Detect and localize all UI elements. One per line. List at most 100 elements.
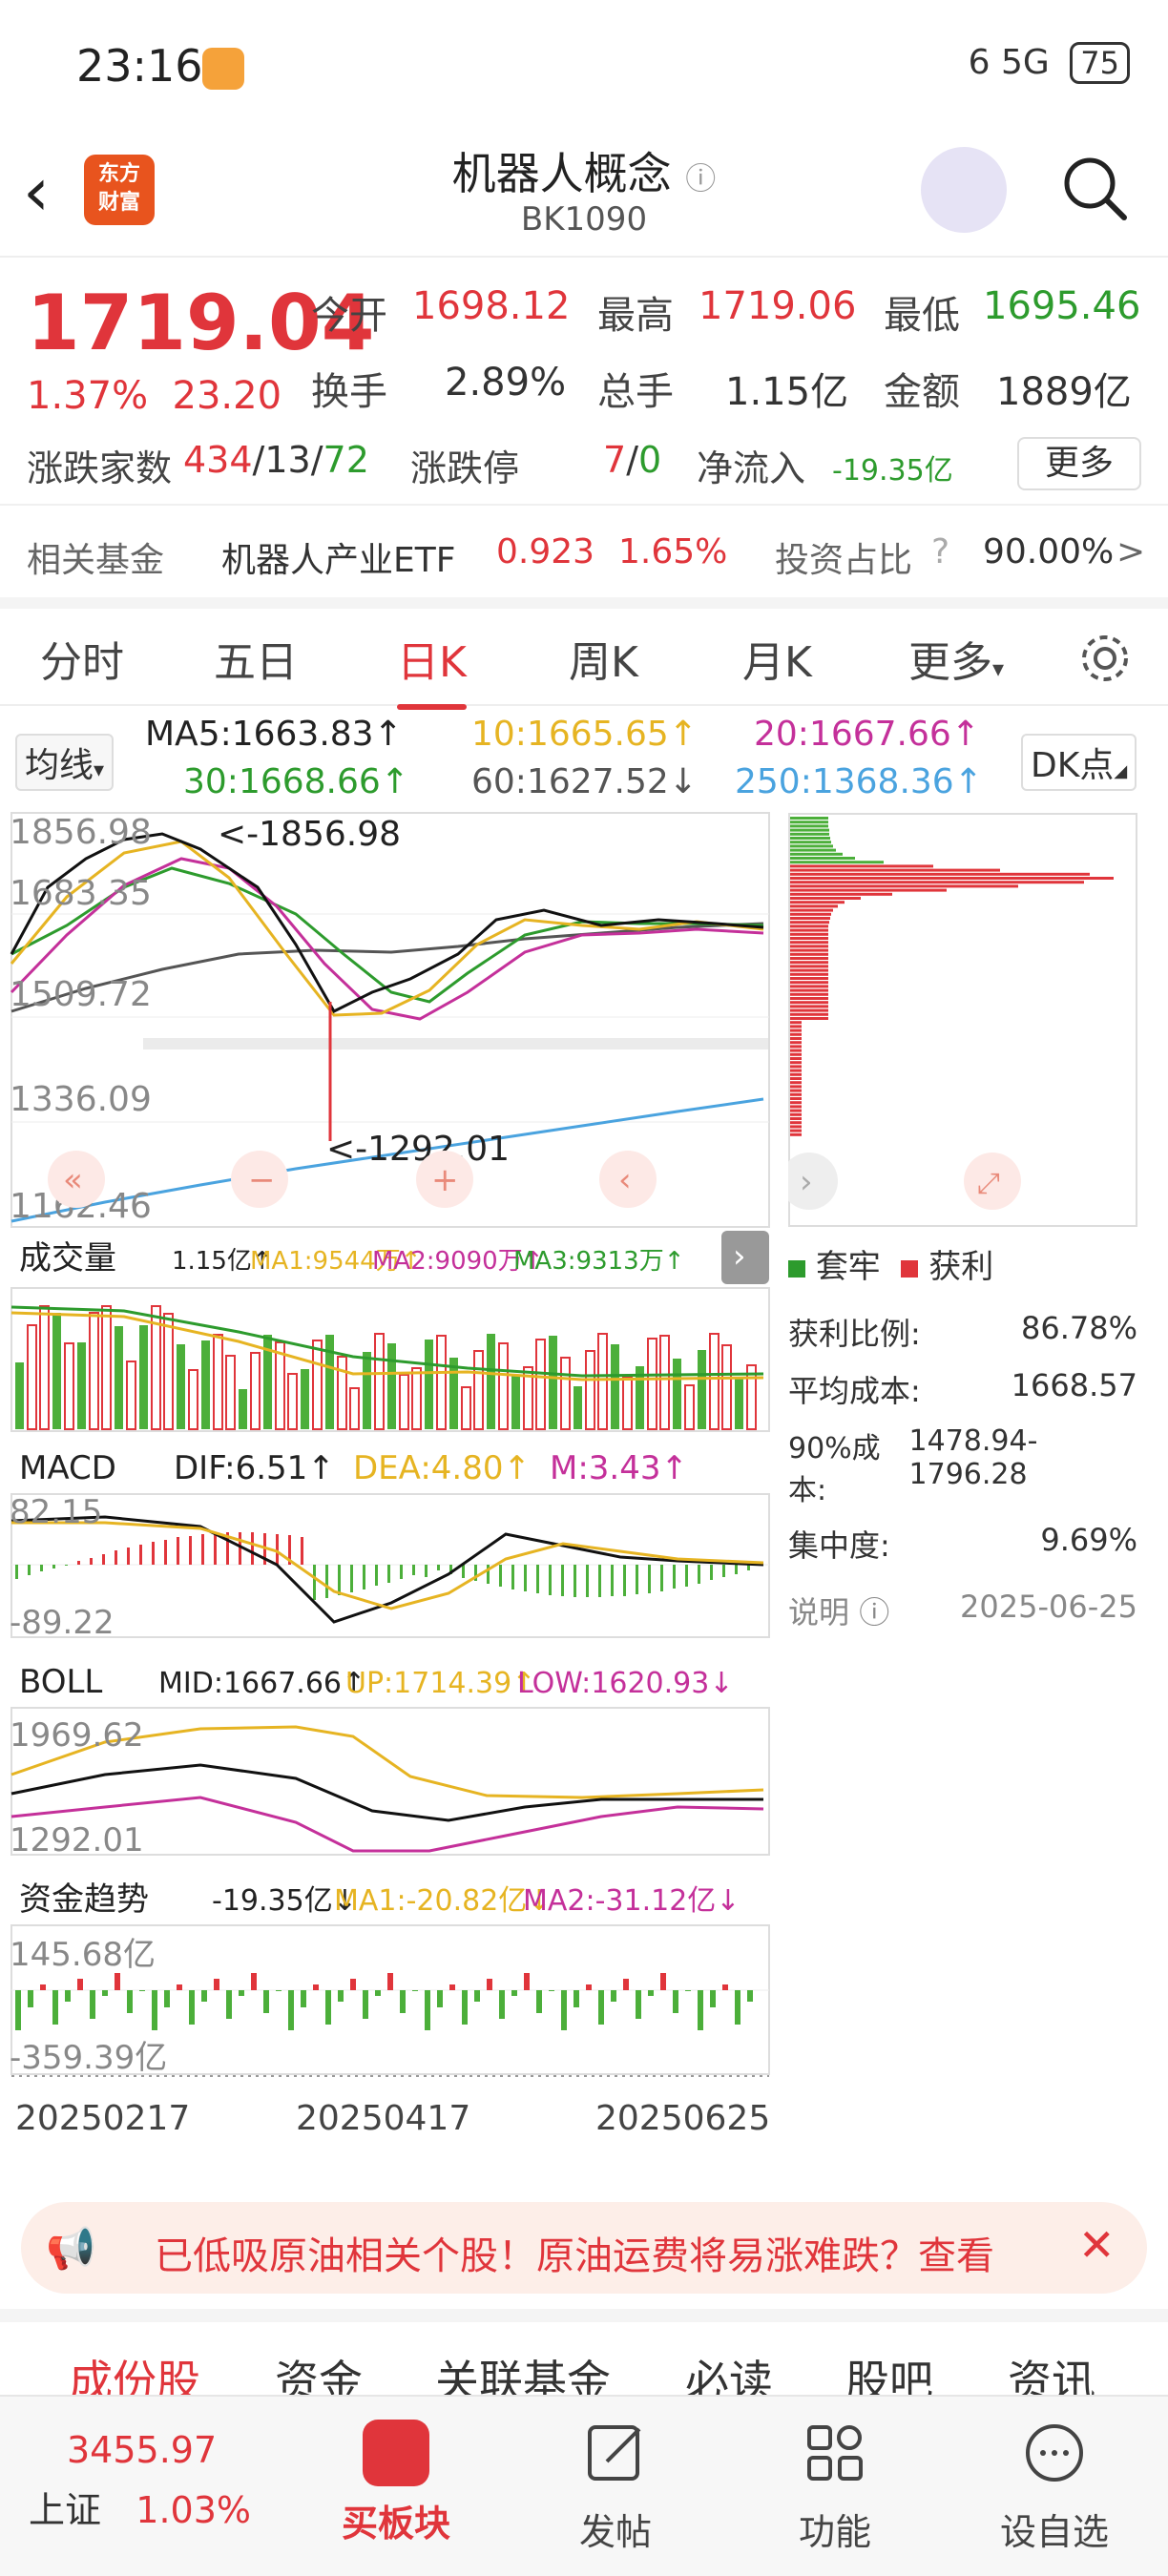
chip-bar xyxy=(790,848,836,852)
avg-cost-value: 1668.57 xyxy=(1011,1367,1137,1403)
macd-bar xyxy=(499,1565,502,1587)
settings-icon[interactable] xyxy=(1076,630,1134,687)
macd-bar xyxy=(28,1565,31,1575)
nav-post[interactable]: 发帖 xyxy=(530,2397,701,2555)
macd-bar xyxy=(164,1540,167,1565)
chip-bar xyxy=(790,1041,802,1045)
kline-chart[interactable]: 1856.98 1683.35 1509.72 1336.09 1162.46 … xyxy=(10,811,773,2185)
volume-bar xyxy=(535,1339,546,1430)
close-icon[interactable]: ✕ xyxy=(1078,2219,1116,2271)
chip-distribution[interactable]: › ⤢ xyxy=(781,813,1137,1227)
fund-price: 0.923 xyxy=(496,532,595,571)
macd-bar xyxy=(437,1565,440,1570)
flow-bar xyxy=(139,1990,145,1991)
nav-buy-sector[interactable]: 买板块 xyxy=(310,2397,482,2546)
macd-bar xyxy=(325,1565,328,1598)
volume-bar xyxy=(560,1357,571,1430)
chip-bar xyxy=(790,917,830,920)
chip-bar xyxy=(790,1017,828,1020)
tab-monthly-k[interactable]: 月K xyxy=(742,628,812,689)
volume-bar xyxy=(64,1342,74,1430)
chevron-left-icon: ‹ xyxy=(618,1161,632,1199)
flow-bar xyxy=(574,1990,579,2007)
robot-avatar[interactable] xyxy=(921,147,1007,233)
search-icon[interactable] xyxy=(1059,153,1130,223)
note-link[interactable]: 说明 ⓘ xyxy=(788,1589,889,1632)
more-button[interactable]: 更多 xyxy=(1017,437,1141,490)
chip-distribution-chart: › ⤢ xyxy=(781,813,1137,1227)
chip-bar xyxy=(790,941,828,945)
volume-bar xyxy=(301,1369,309,1429)
chip-bar xyxy=(790,1097,802,1100)
chip-bar xyxy=(790,992,828,996)
volume-bar xyxy=(213,1334,223,1430)
info-icon[interactable]: ⓘ xyxy=(685,160,716,197)
tab-more[interactable]: 更多▾ xyxy=(908,628,1004,689)
ma5-value: MA5:1663.83↑ xyxy=(145,715,403,754)
volume-bar xyxy=(411,1367,422,1430)
chip-bar xyxy=(790,901,845,904)
dk-point-button[interactable]: DK点◢ xyxy=(1021,734,1137,791)
macd-select[interactable]: MACD xyxy=(19,1449,116,1487)
volume-bar xyxy=(721,1344,732,1430)
tab-intraday[interactable]: 分时 xyxy=(40,628,124,689)
cost90-value: 1478.94-1796.28 xyxy=(908,1424,1038,1491)
plus-glyph: + xyxy=(431,1161,459,1199)
volume-ma3: MA3:9313万↑ xyxy=(513,1247,684,1276)
y-tick-label: 1336.09 xyxy=(10,1080,152,1119)
help-icon[interactable]: ? xyxy=(931,532,949,571)
index-ticker[interactable]: 3455.97 上证 1.03% xyxy=(29,2429,277,2533)
chip-bar xyxy=(790,1129,802,1132)
flow-bottom-label: -359.39亿 xyxy=(10,2039,167,2077)
volume-bar xyxy=(349,1387,360,1430)
volume-bar xyxy=(250,1352,261,1430)
tab-5day[interactable]: 五日 xyxy=(214,628,298,689)
chip-bar xyxy=(790,1001,828,1005)
flow-bar xyxy=(40,1984,46,1990)
macd-bar xyxy=(425,1565,428,1577)
chip-bar xyxy=(790,1085,802,1089)
tab-weekly-k[interactable]: 周K xyxy=(569,628,638,689)
chip-bar xyxy=(790,852,843,856)
flow-bar xyxy=(536,1990,542,2013)
ma-select[interactable]: 均线▾ xyxy=(15,734,115,791)
promo-banner[interactable]: 📢 已低吸原油相关个股！原油运费将易涨难跌？查看 ✕ xyxy=(21,2202,1147,2294)
nav-functions[interactable]: 功能 xyxy=(749,2397,921,2555)
fund-pct: 1.65% xyxy=(618,532,728,571)
flow-bar xyxy=(437,1990,443,2007)
volume-bar xyxy=(498,1342,509,1430)
macd-bar xyxy=(574,1565,576,1597)
volume-bar xyxy=(735,1378,743,1429)
tab-daily-k[interactable]: 日K xyxy=(397,628,467,710)
macd-m: M:3.43↑ xyxy=(550,1449,688,1487)
flow-bar xyxy=(561,1990,567,2030)
chip-bar xyxy=(790,1052,802,1056)
boll-select[interactable]: BOLL xyxy=(19,1663,102,1701)
flow-bar xyxy=(90,1990,95,2019)
macd-bar xyxy=(722,1565,725,1577)
macd-bar xyxy=(561,1565,564,1596)
volume-bar xyxy=(77,1342,86,1429)
flow-select[interactable]: 资金趋势 xyxy=(19,1880,149,1919)
nav-add-watchlist[interactable]: 设自选 xyxy=(969,2397,1140,2555)
related-fund-row[interactable]: 相关基金 机器人产业ETF 0.923 1.65% 投资占比 ? 90.00% … xyxy=(0,504,1168,609)
flow-bar xyxy=(325,1990,331,2025)
edit-icon xyxy=(588,2425,641,2481)
chip-stats: 套牢 获利 获利比例: 86.78% 平均成本: 1668.57 90%成本: 147… xyxy=(788,1240,1151,1632)
flow-bar xyxy=(673,1990,678,2013)
kline-chart-area[interactable]: 1856.98 1683.35 1509.72 1336.09 1162.46 … xyxy=(10,811,773,2185)
profit-ratio-value: 86.78% xyxy=(1020,1310,1137,1346)
macd-bar xyxy=(623,1565,626,1596)
chevron-right-icon: › xyxy=(800,1163,813,1201)
macd-bar xyxy=(710,1565,713,1580)
grid-icon xyxy=(807,2425,863,2481)
y-tick-label: 1683.35 xyxy=(10,874,152,913)
volume-bar xyxy=(436,1335,447,1430)
flow-bar xyxy=(710,1990,716,2007)
volume-select[interactable]: 成交量 xyxy=(19,1239,116,1278)
volume-bar xyxy=(374,1333,385,1430)
chip-bar xyxy=(790,908,833,912)
low-value: 1695.46 xyxy=(983,284,1141,328)
ma20-value: 20:1667.66↑ xyxy=(754,715,980,754)
chip-bar xyxy=(790,1005,828,1008)
